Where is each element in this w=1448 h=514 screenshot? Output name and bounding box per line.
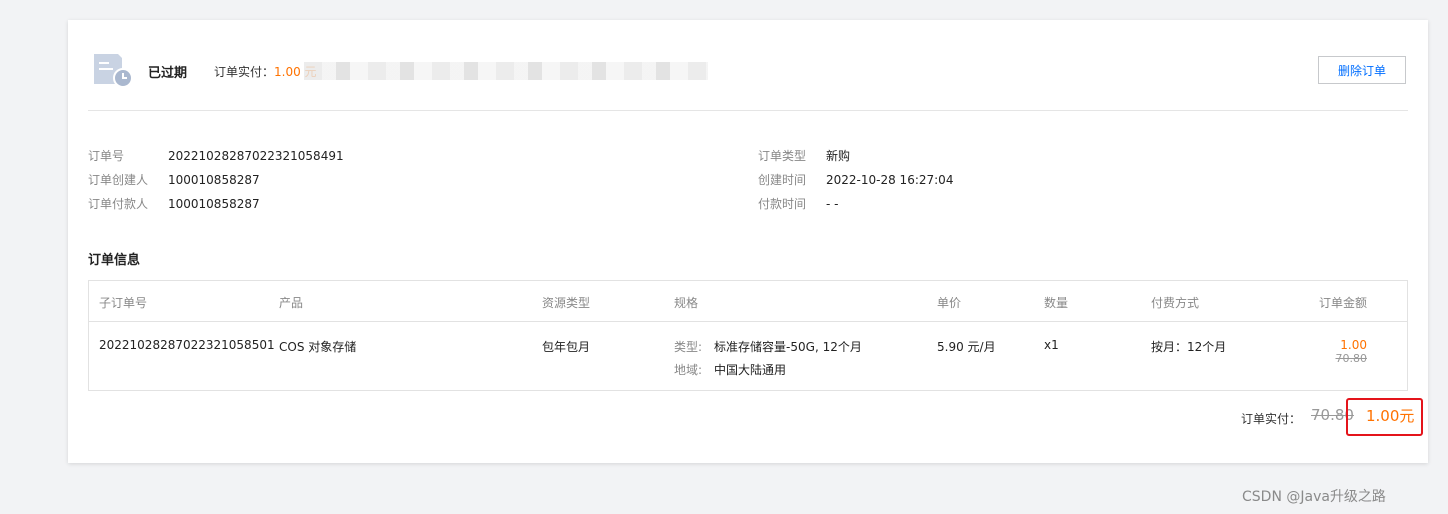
- info-label: 付款时间: [758, 197, 807, 211]
- info-order-type: 订单类型 新购: [758, 147, 850, 164]
- th-amount: 订单金额: [1319, 296, 1368, 310]
- expired-order-icon: [94, 54, 133, 88]
- td-billing: 按月：12个月: [1151, 340, 1227, 354]
- info-value: 新购: [826, 149, 851, 163]
- th-billing: 付费方式: [1151, 296, 1200, 310]
- info-label: 创建时间: [758, 173, 807, 187]
- order-detail-card: 已过期 订单实付：1.00 元 删除订单 订单号 2022102828702232…: [68, 20, 1428, 463]
- info-payer: 订单付款人 100010858287: [88, 195, 260, 212]
- td-quantity: x1: [1044, 338, 1059, 352]
- order-items-table: 子订单号 产品 资源类型 规格 单价 数量 付费方式 订单金额 20221028…: [88, 280, 1408, 391]
- info-order-id: 订单号 20221028287022321058491: [88, 147, 344, 164]
- info-value: 20221028287022321058491: [168, 149, 344, 163]
- th-spec: 规格: [674, 296, 699, 310]
- info-value: - -: [826, 197, 839, 211]
- td-product: COS 对象存储: [279, 340, 357, 354]
- td-amount-value: 1.00: [1340, 338, 1367, 352]
- td-sub-order-id: 20221028287022321058501: [99, 338, 275, 352]
- td-unit-price: 5.90 元/月: [937, 340, 996, 354]
- table-header: 子订单号 产品 资源类型 规格 单价 数量 付费方式 订单金额: [89, 281, 1407, 322]
- td-original-amount: 70.80: [1335, 352, 1368, 365]
- th-sub-order-id: 子订单号: [99, 296, 148, 310]
- info-label: 订单类型: [758, 149, 807, 163]
- info-paid-time: 付款时间 - -: [758, 195, 838, 212]
- order-status: 已过期: [148, 66, 188, 81]
- header-paid-label: 订单实付：: [214, 65, 275, 79]
- total-highlight-box: [1346, 398, 1423, 436]
- header-divider: [88, 110, 1408, 111]
- watermark: CSDN @Java升级之路: [1242, 489, 1386, 505]
- info-created-time: 创建时间 2022-10-28 16:27:04: [758, 171, 953, 188]
- blurred-info: [304, 62, 708, 80]
- section-title: 订单信息: [88, 253, 141, 268]
- info-value: 100010858287: [168, 197, 260, 211]
- td-amount: 1.00 70.80: [1287, 338, 1368, 365]
- spec-value: 标准存储容量-50G, 12个月: [714, 340, 862, 354]
- td-spec-region: 地域: 中国大陆通用: [674, 361, 786, 378]
- spec-label: 类型:: [674, 340, 703, 354]
- info-label: 订单号: [88, 149, 125, 163]
- info-label: 订单付款人: [88, 197, 149, 211]
- th-quantity: 数量: [1044, 296, 1069, 310]
- spec-value: 中国大陆通用: [714, 363, 787, 377]
- total-label: 订单实付：: [1241, 412, 1302, 426]
- info-label: 订单创建人: [88, 173, 149, 187]
- th-resource-type: 资源类型: [542, 296, 591, 310]
- td-spec-type: 类型: 标准存储容量-50G, 12个月: [674, 338, 862, 355]
- delete-order-button[interactable]: 删除订单: [1318, 56, 1406, 84]
- header-paid: 订单实付：1.00 元: [214, 63, 317, 80]
- th-product: 产品: [279, 296, 304, 310]
- info-value: 100010858287: [168, 173, 260, 187]
- info-creator: 订单创建人 100010858287: [88, 171, 260, 188]
- td-resource-type: 包年包月: [542, 340, 591, 354]
- info-value: 2022-10-28 16:27:04: [826, 173, 954, 187]
- th-unit-price: 单价: [937, 296, 962, 310]
- spec-label: 地域:: [674, 363, 703, 377]
